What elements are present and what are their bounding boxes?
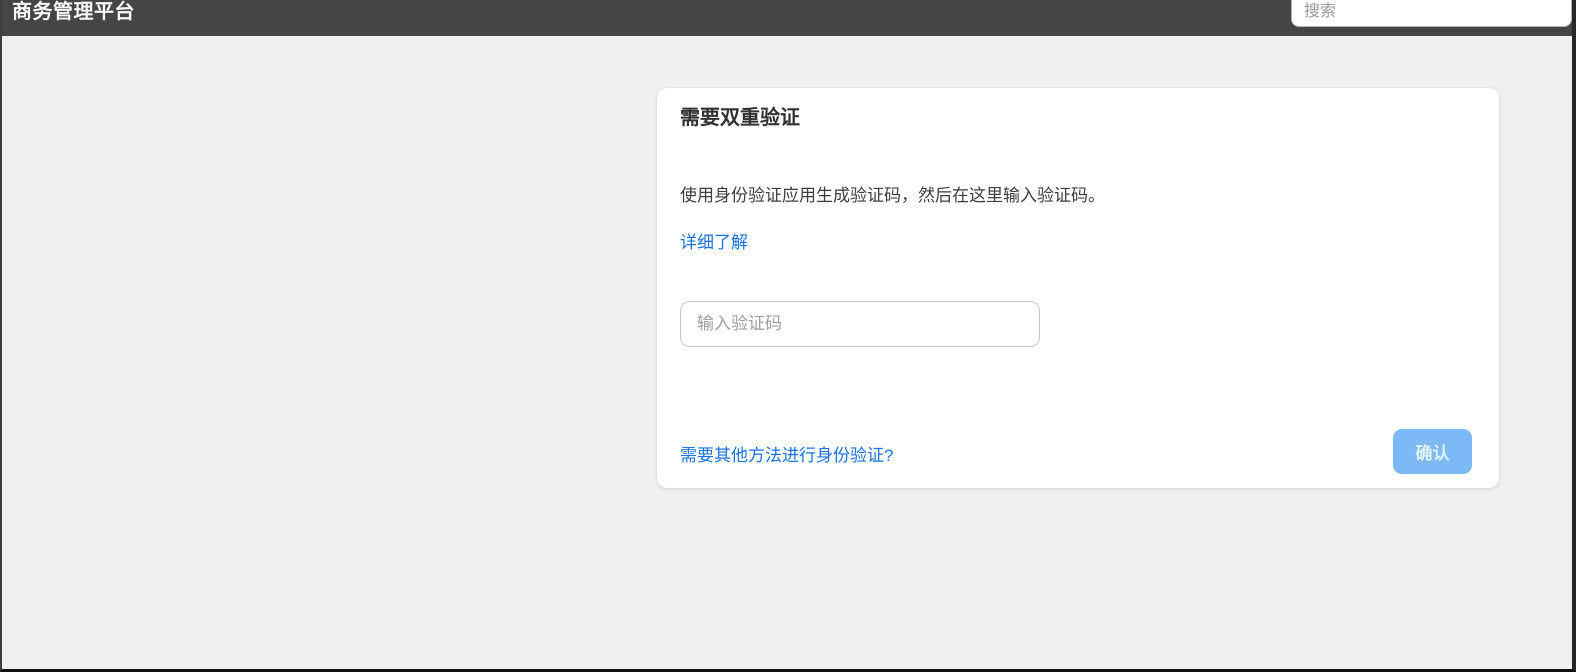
card-description: 使用身份验证应用生成验证码，然后在这里输入验证码。	[680, 186, 1105, 205]
two-factor-card: 需要双重验证 使用身份验证应用生成验证码，然后在这里输入验证码。 详细了解 需要…	[657, 88, 1499, 488]
search-input[interactable]	[1291, 0, 1572, 27]
app-title: 商务管理平台	[12, 1, 135, 23]
alternative-method-link[interactable]: 需要其他方法进行身份验证?	[680, 441, 893, 466]
confirm-button[interactable]: 确认	[1393, 429, 1472, 474]
verification-code-input[interactable]	[680, 301, 1040, 347]
card-title: 需要双重验证	[680, 107, 800, 129]
page: 商务管理平台 需要双重验证 使用身份验证应用生成验证码，然后在这里输入验证码。 …	[0, 0, 1576, 672]
top-navigation-bar: 商务管理平台	[2, 0, 1572, 36]
learn-more-link[interactable]: 详细了解	[680, 228, 748, 253]
